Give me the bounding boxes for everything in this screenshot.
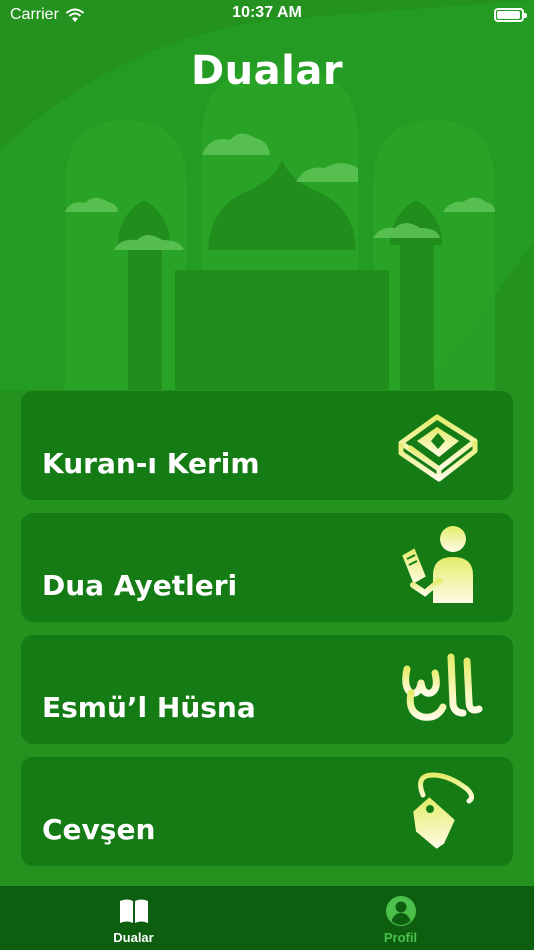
menu-card-label: Esmü’l Hüsna: [42, 691, 256, 724]
menu-card-label: Cevşen: [42, 813, 156, 846]
menu-card-label: Kuran-ı Kerim: [42, 447, 260, 480]
status-bar: Carrier: [0, 0, 534, 30]
profile-icon: [385, 896, 416, 926]
tab-profil[interactable]: Profil: [267, 886, 534, 950]
tab-label: Profil: [383, 930, 418, 945]
calligraphy-icon: [402, 653, 483, 721]
tab-bar: Dualar Profil: [0, 886, 534, 950]
menu-card-label: Dua Ayetleri: [42, 569, 238, 602]
carrier-label: Carrier: [10, 6, 59, 23]
tag-icon: [413, 772, 475, 849]
app-screen: Carrier 10:37 AM Dualar Kuran-ı Kerim Du…: [0, 0, 534, 950]
menu-card-kuran[interactable]: Kuran-ı Kerim: [21, 391, 513, 500]
tab-label: Dualar: [113, 930, 154, 945]
reading-person-icon: [399, 526, 473, 603]
wifi-icon: [65, 8, 85, 22]
page-title: Dualar: [190, 48, 344, 94]
quran-book-icon: [398, 414, 478, 482]
menu-list: Kuran-ı Kerim Dua Ayetleri Esmü’l Hüsna …: [21, 391, 513, 879]
menu-card-cevsen[interactable]: Cevşen: [21, 757, 513, 866]
book-icon: [119, 899, 148, 923]
battery-icon: [494, 8, 527, 22]
menu-card-dua-ayetleri[interactable]: Dua Ayetleri: [21, 513, 513, 622]
menu-card-esmul-husna[interactable]: Esmü’l Hüsna: [21, 635, 513, 744]
tab-dualar[interactable]: Dualar: [0, 886, 267, 950]
